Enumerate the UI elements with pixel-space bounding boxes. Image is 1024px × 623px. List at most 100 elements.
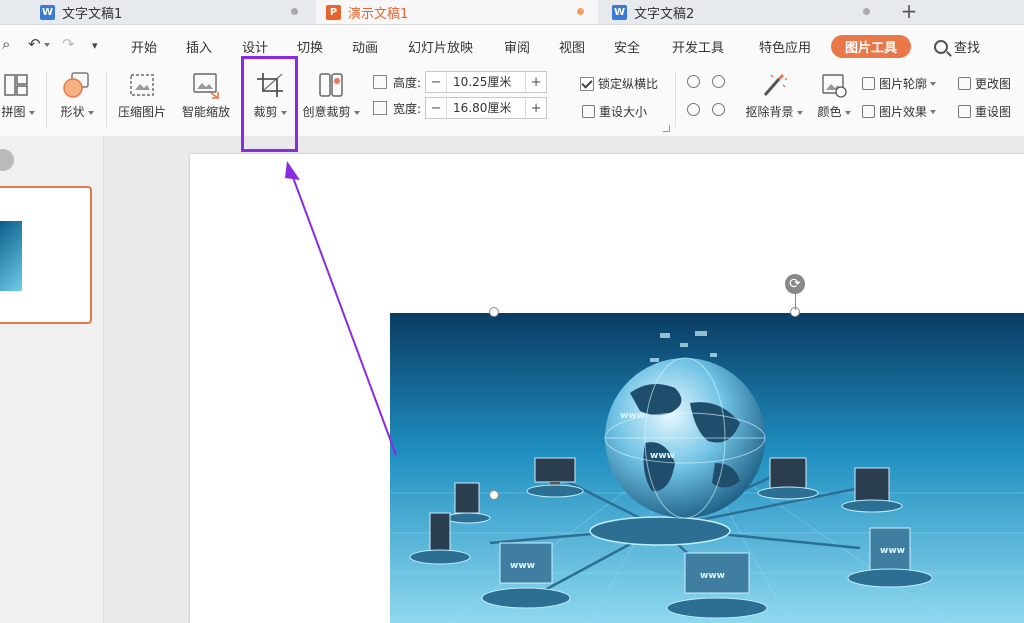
- smart-zoom-button[interactable]: 智能缩放: [177, 71, 235, 120]
- writer-file-icon: W: [40, 4, 55, 20]
- picture-effect-button[interactable]: 图片效果: [862, 103, 937, 120]
- outline-icon: [862, 77, 875, 90]
- menu-animation[interactable]: 动画: [352, 37, 378, 56]
- height-increase-button[interactable]: +: [526, 75, 546, 90]
- slide-thumbnail[interactable]: [0, 186, 92, 324]
- change-picture-button[interactable]: 更改图: [958, 75, 1011, 92]
- smart-zoom-icon: [191, 71, 221, 99]
- remove-background-label: 抠除背景: [745, 105, 794, 119]
- menu-bar: ⌕ ↶ ↷ ▾ 开始 插入 设计 切换 动画 幻灯片放映 审阅 视图 安全 开发…: [0, 25, 1024, 65]
- width-decrease-button[interactable]: −: [426, 101, 446, 116]
- rotate-left-icon[interactable]: [687, 75, 700, 88]
- flip-vertical-icon[interactable]: [687, 103, 700, 116]
- print-preview-icon[interactable]: ⌕: [2, 35, 10, 53]
- menu-view[interactable]: 视图: [559, 37, 585, 56]
- redo-icon[interactable]: ↷: [62, 35, 75, 53]
- width-control: 宽度: − 16.80厘米 +: [373, 97, 548, 119]
- rotate-right-icon[interactable]: [712, 75, 725, 88]
- menu-developer[interactable]: 开发工具: [672, 37, 724, 56]
- picture-outline-button[interactable]: 图片轮廓: [862, 75, 937, 92]
- rotate-handle-icon[interactable]: ⟳: [785, 274, 805, 294]
- flip-horizontal-icon[interactable]: [712, 103, 725, 116]
- svg-text:www: www: [700, 571, 725, 581]
- height-label: 高度:: [393, 75, 422, 90]
- add-slide-icon[interactable]: [0, 149, 14, 171]
- width-increase-button[interactable]: +: [526, 101, 546, 116]
- picture-color-icon: [819, 71, 849, 99]
- effect-label: 图片效果: [879, 105, 928, 119]
- collage-button[interactable]: 拼图: [0, 71, 38, 120]
- height-decrease-button[interactable]: −: [426, 75, 446, 90]
- customize-chevron-icon[interactable]: ▾: [92, 39, 98, 52]
- compress-picture-button[interactable]: 压缩图片: [113, 71, 171, 120]
- new-tab-button[interactable]: +: [898, 0, 920, 24]
- svg-text:www: www: [510, 561, 535, 571]
- menu-picture-tools[interactable]: 图片工具: [831, 35, 912, 58]
- slide-thumbnail-panel: [0, 136, 104, 623]
- ribbon-divider: [675, 71, 676, 127]
- globe-network-image: www www www www www: [390, 313, 1024, 623]
- lock-aspect-label: 锁定纵横比: [598, 77, 659, 91]
- menu-review[interactable]: 审阅: [504, 37, 530, 56]
- width-input[interactable]: 16.80厘米: [446, 98, 527, 118]
- find-button[interactable]: 查找: [934, 37, 980, 56]
- search-icon: [934, 39, 948, 54]
- tab-label: 文字文稿2: [634, 6, 695, 22]
- unsaved-dot-icon: [863, 8, 870, 15]
- size-dialog-launcher-icon[interactable]: [663, 125, 670, 132]
- menu-home[interactable]: 开始: [131, 37, 157, 56]
- change-picture-icon: [958, 77, 971, 90]
- reset-size-label: 重设大小: [599, 105, 648, 119]
- reset-size-button[interactable]: 重设大小: [582, 103, 647, 120]
- reset-picture-icon: [958, 105, 971, 118]
- undo-icon[interactable]: ↶: [28, 35, 50, 53]
- rotate-handle-line: [795, 294, 796, 310]
- color-label: 颜色: [817, 105, 842, 119]
- creative-crop-button[interactable]: 创意裁剪: [299, 71, 363, 120]
- reset-picture-label: 重设图: [975, 105, 1012, 119]
- width-icon: [373, 101, 387, 115]
- svg-text:www: www: [620, 411, 645, 421]
- remove-background-button[interactable]: 抠除背景: [741, 71, 807, 120]
- reset-picture-button[interactable]: 重设图: [958, 103, 1011, 120]
- unsaved-dot-icon: [577, 8, 584, 15]
- tab-label: 文字文稿1: [62, 6, 123, 22]
- collage-icon: [3, 71, 33, 99]
- shape-label: 形状: [60, 105, 85, 119]
- resize-handle-middle-left[interactable]: [489, 490, 499, 500]
- shape-icon: [62, 71, 92, 99]
- menu-insert[interactable]: 插入: [186, 37, 212, 56]
- svg-text:www: www: [880, 546, 905, 556]
- checkbox-checked-icon: [580, 76, 594, 91]
- lock-aspect-checkbox[interactable]: 锁定纵横比: [580, 75, 658, 92]
- reset-size-icon: [582, 105, 595, 118]
- menu-special[interactable]: 特色应用: [759, 37, 811, 56]
- find-label: 查找: [954, 41, 981, 56]
- globe-network-picture[interactable]: www www www www www: [390, 313, 1024, 623]
- creative-crop-icon: [316, 71, 346, 99]
- width-stepper[interactable]: − 16.80厘米 +: [425, 97, 548, 119]
- ribbon-divider: [106, 71, 107, 127]
- menu-slideshow[interactable]: 幻灯片放映: [408, 37, 473, 56]
- color-button[interactable]: 颜色: [814, 71, 854, 120]
- menu-design[interactable]: 设计: [242, 37, 268, 56]
- picture-tools-ribbon: 拼图 形状 压缩图片 智能缩放 裁剪 创意裁剪 高度: − 10.25厘米 + …: [0, 65, 1024, 137]
- compress-label: 压缩图片: [117, 105, 166, 119]
- height-icon: [373, 75, 387, 89]
- height-control: 高度: − 10.25厘米 +: [373, 71, 548, 93]
- menu-transitions[interactable]: 切换: [297, 37, 323, 56]
- change-picture-label: 更改图: [975, 77, 1012, 91]
- tab-presentation-1[interactable]: P 演示文稿1: [316, 0, 598, 24]
- crop-highlight-box: [241, 56, 298, 152]
- height-stepper[interactable]: − 10.25厘米 +: [425, 71, 548, 93]
- menu-security[interactable]: 安全: [614, 37, 640, 56]
- thumbnail-picture: [0, 221, 22, 291]
- height-input[interactable]: 10.25厘米: [446, 72, 527, 92]
- outline-label: 图片轮廓: [879, 77, 928, 91]
- unsaved-dot-icon: [291, 8, 298, 15]
- resize-handle-top-left[interactable]: [489, 307, 499, 317]
- tab-document-1[interactable]: W 文字文稿1: [30, 0, 312, 24]
- shape-button[interactable]: 形状: [56, 71, 98, 120]
- svg-text:www: www: [650, 451, 675, 461]
- tab-document-2[interactable]: W 文字文稿2: [602, 0, 884, 24]
